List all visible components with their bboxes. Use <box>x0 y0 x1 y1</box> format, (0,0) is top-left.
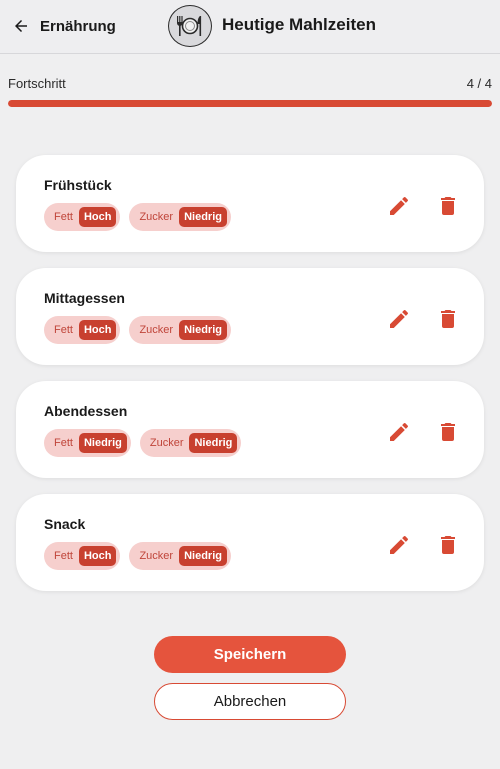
fat-label: Fett <box>54 211 73 223</box>
progress-label: Fortschritt <box>8 75 66 91</box>
trash-icon <box>441 197 455 215</box>
sugar-tag: Zucker Niedrig <box>139 429 242 457</box>
sugar-tag: Zucker Niedrig <box>129 316 231 344</box>
trash-icon <box>441 423 455 441</box>
meal-tags: Fett Niedrig Zucker Niedrig <box>44 429 242 457</box>
sugar-tag: Zucker Niedrig <box>129 203 231 231</box>
delete-button[interactable] <box>435 532 461 558</box>
meal-tags: Fett Hoch Zucker Niedrig <box>44 203 231 231</box>
fat-label: Fett <box>54 437 73 449</box>
meal-card-mittagessen: Mittagessen Fett Hoch Zucker Niedrig <box>16 268 484 365</box>
trash-icon <box>441 536 455 554</box>
progress-bar <box>8 100 492 107</box>
fat-value: Niedrig <box>78 433 127 453</box>
cancel-button[interactable]: Abbrechen <box>154 683 346 720</box>
edit-button[interactable] <box>386 419 412 445</box>
sugar-label: Zucker <box>139 211 174 223</box>
header: Ernährung Heutige Mahlzeiten <box>0 0 500 54</box>
arrow-left-icon <box>12 17 30 35</box>
fat-tag: Fett Hoch <box>44 542 121 570</box>
progress-row: Fortschritt 4 / 4 <box>8 74 492 92</box>
save-button[interactable]: Speichern <box>154 636 346 673</box>
sugar-value: Niedrig <box>179 207 227 227</box>
meal-title: Frühstück <box>44 177 112 193</box>
fat-value: Hoch <box>78 546 117 566</box>
sugar-tag: Zucker Niedrig <box>129 542 231 570</box>
plate-cutlery-icon <box>168 5 212 47</box>
fat-value: Hoch <box>78 320 117 340</box>
edit-button[interactable] <box>386 532 412 558</box>
sugar-value: Niedrig <box>189 433 238 453</box>
back-button[interactable]: Ernährung <box>8 12 120 40</box>
sugar-label: Zucker <box>139 324 174 336</box>
sugar-value: Niedrig <box>179 320 227 340</box>
fat-value: Hoch <box>78 207 117 227</box>
sugar-label: Zucker <box>149 437 184 449</box>
meal-card-snack: Snack Fett Hoch Zucker Niedrig <box>16 494 484 591</box>
app-root: Ernährung Heutige Mahlzeiten Fortschritt… <box>0 0 500 769</box>
sugar-value: Niedrig <box>179 546 227 566</box>
trash-icon <box>441 310 455 328</box>
pencil-icon <box>390 535 409 554</box>
meal-title: Mittagessen <box>44 290 125 306</box>
meal-tags: Fett Hoch Zucker Niedrig <box>44 316 231 344</box>
fat-label: Fett <box>54 324 73 336</box>
edit-button[interactable] <box>386 306 412 332</box>
fat-label: Fett <box>54 550 73 562</box>
meal-title: Abendessen <box>44 403 128 419</box>
meal-card-fruehstueck: Frühstück Fett Hoch Zucker Niedrig <box>16 155 484 252</box>
edit-button[interactable] <box>386 193 412 219</box>
pencil-icon <box>390 309 409 328</box>
sugar-label: Zucker <box>139 550 174 562</box>
back-label: Ernährung <box>40 17 116 35</box>
pencil-icon <box>390 196 409 215</box>
delete-button[interactable] <box>435 306 461 332</box>
delete-button[interactable] <box>435 419 461 445</box>
meal-card-abendessen: Abendessen Fett Niedrig Zucker Niedrig <box>16 381 484 478</box>
fat-tag: Fett Hoch <box>44 316 121 344</box>
delete-button[interactable] <box>435 193 461 219</box>
progress-bar-fill <box>8 100 492 107</box>
progress-count: 4 / 4 <box>466 75 492 91</box>
meal-title: Snack <box>44 516 86 532</box>
fat-tag: Fett Niedrig <box>44 429 131 457</box>
fat-tag: Fett Hoch <box>44 203 121 231</box>
pencil-icon <box>390 422 409 441</box>
page-title: Heutige Mahlzeiten <box>222 15 376 34</box>
meal-tags: Fett Hoch Zucker Niedrig <box>44 542 231 570</box>
